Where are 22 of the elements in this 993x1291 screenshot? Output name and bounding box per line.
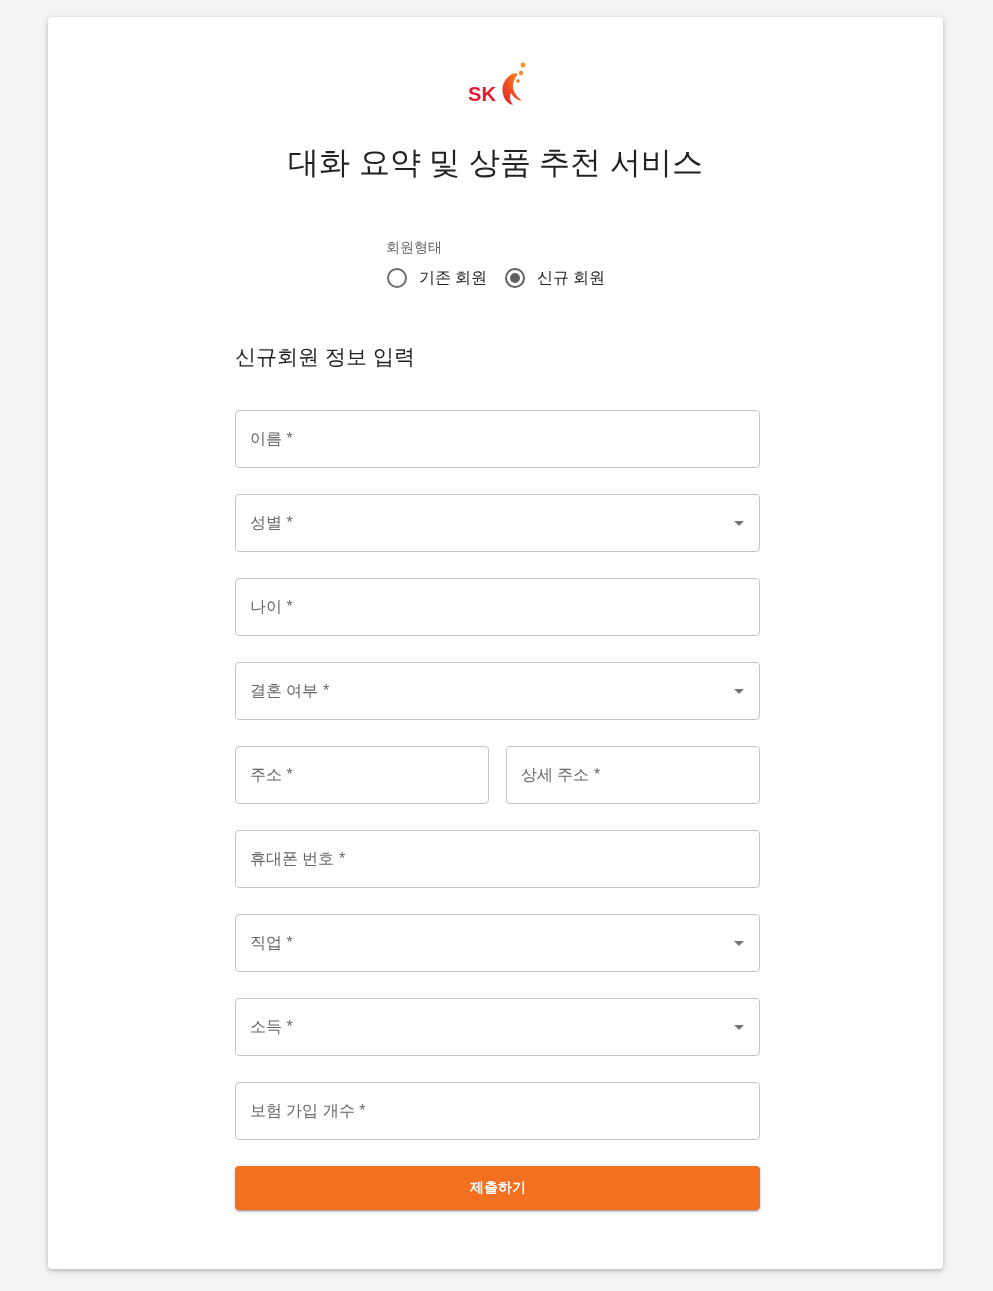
text-field[interactable]: 휴대폰 번호 * [235,830,760,888]
text-field[interactable]: 나이 * [235,578,760,636]
caret-icon [734,940,744,946]
text-field[interactable]: 보험 가입 개수 * [235,1082,760,1140]
logo-text: SK [468,84,497,104]
radio-label[interactable]: 기존 회원 [419,267,488,289]
radio-button[interactable] [387,268,408,288]
radio-label[interactable]: 신규 회원 [536,267,605,289]
caret-icon [734,1024,744,1030]
caret-icon [734,520,744,526]
text-field[interactable]: 주소 * [235,746,489,804]
select-field[interactable]: 직업 * [235,914,760,972]
text-field[interactable]: 상세 주소 * [506,746,760,804]
radio-group-label: 회원형태 [386,238,443,257]
select-field[interactable]: 성별 * [235,494,760,552]
section-title: 신규회원 정보 입력 [235,344,415,370]
select-field[interactable]: 소득 * [235,998,760,1056]
radio-button[interactable] [504,268,525,288]
select-field[interactable]: 결혼 여부 * [235,662,760,720]
caret-icon [734,688,744,694]
text-field[interactable]: 이름 * [235,410,760,468]
page-title: 대화 요약 및 상품 추천 서비스 [287,144,704,182]
